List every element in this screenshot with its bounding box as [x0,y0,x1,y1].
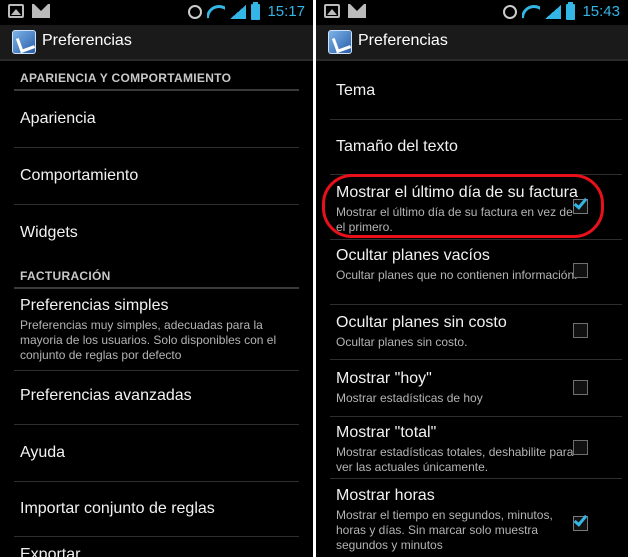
wifi-icon [522,5,540,19]
pref-summary: Mostrar el tiempo en segundos, minutos, … [336,508,553,552]
pref-ayuda[interactable]: Ayuda [20,444,299,462]
checkbox-ocultar-vacios[interactable] [573,263,588,278]
pref-ocultar-sin-costo[interactable]: Ocultar planes sin costo Ocultar planes … [336,314,578,350]
pref-summary: Mostrar el último día de su factura en v… [336,205,573,234]
alarm-icon [503,4,518,19]
pref-tema[interactable]: Tema [336,82,578,100]
status-time: 15:17 [267,3,305,20]
action-bar: Preferencias [316,25,628,61]
pref-title: Exportar [20,546,81,557]
checkbox-ultimo-dia[interactable] [573,195,588,214]
divider [330,478,622,479]
divider [330,239,622,240]
pref-title: Comportamiento [20,167,139,184]
pref-title: Mostrar horas [336,487,435,504]
pref-title: Tema [336,82,376,99]
checkbox-mostrar-hoy[interactable] [573,380,588,395]
pref-title: Ayuda [20,444,66,461]
pref-mostrar-horas[interactable]: Mostrar horas Mostrar el tiempo en segun… [336,487,578,553]
alarm-icon [188,4,203,19]
pref-tamano-texto[interactable]: Tamaño del texto [336,138,578,156]
checkbox-mostrar-horas[interactable] [573,512,588,531]
pref-title: Tamaño del texto [336,138,458,155]
pref-title: Mostrar el último día de su factura [336,184,578,201]
pref-exportar[interactable]: Exportar [20,546,299,557]
wifi-icon [207,5,225,19]
pref-title: Apariencia [20,110,96,127]
divider [14,370,299,371]
action-bar: Preferencias [0,25,313,61]
pref-ocultar-vacios[interactable]: Ocultar planes vacíos Ocultar planes que… [336,247,578,283]
left-screen: 15:17 Preferencias APARIENCIA Y COMPORTA… [0,0,313,557]
pref-title: Mostrar "hoy" [336,370,432,387]
pref-mostrar-total[interactable]: Mostrar "total" Mostrar estadísticas tot… [336,424,578,475]
status-time: 15:43 [582,3,620,20]
pref-title: Mostrar "total" [336,424,437,441]
pref-title: Ocultar planes sin costo [336,314,507,331]
pref-summary: Preferencias muy simples, adecuadas para… [20,318,277,362]
pref-summary: Mostrar estadísticas de hoy [336,391,483,405]
category-facturacion: FACTURACIÓN [20,269,111,283]
divider [14,536,299,537]
checkbox-ocultar-sin-costo[interactable] [573,323,588,338]
pref-summary: Ocultar planes sin costo. [336,335,468,349]
pref-apariencia[interactable]: Apariencia [20,110,299,128]
image-icon [8,4,24,18]
category-apariencia: APARIENCIA Y COMPORTAMIENTO [20,71,232,85]
signal-icon [230,4,247,19]
pref-title: Importar conjunto de reglas [20,500,215,517]
mail-icon [32,4,50,18]
pref-summary: Ocultar planes que no contienen informac… [336,268,578,282]
category-divider [14,287,299,289]
battery-icon [251,1,261,20]
mail-icon [348,4,366,18]
pref-title: Preferencias avanzadas [20,387,192,404]
divider [330,304,622,305]
pref-summary: Mostrar estadísticas totales, deshabilit… [336,445,574,474]
pref-mostrar-hoy[interactable]: Mostrar "hoy" Mostrar estadísticas de ho… [336,370,578,406]
battery-icon [566,1,576,20]
divider [330,119,622,120]
app-icon[interactable] [12,30,36,54]
pref-comportamiento[interactable]: Comportamiento [20,167,299,185]
pref-title: Ocultar planes vacíos [336,247,490,264]
status-bar: 15:17 [0,0,313,25]
pref-ultimo-dia[interactable]: Mostrar el último día de su factura Most… [336,184,578,235]
status-bar: 15:43 [316,0,628,25]
pref-preferencias-simples[interactable]: Preferencias simples Preferencias muy si… [20,297,299,363]
image-icon [324,4,340,18]
pref-preferencias-avanzadas[interactable]: Preferencias avanzadas [20,387,299,405]
divider [330,174,622,175]
right-screen: 15:43 Preferencias Tema Tamaño del texto… [316,0,628,557]
pref-widgets[interactable]: Widgets [20,224,299,242]
divider [14,424,299,425]
pref-title: Widgets [20,224,78,241]
divider [330,359,622,360]
signal-icon [545,4,562,19]
page-title: Preferencias [42,32,132,49]
checkbox-mostrar-total[interactable] [573,440,588,455]
pref-title: Preferencias simples [20,297,169,314]
category-divider [14,89,299,91]
divider [330,416,622,417]
divider [14,481,299,482]
page-title: Preferencias [358,32,448,49]
pref-importar[interactable]: Importar conjunto de reglas [20,500,299,518]
app-icon[interactable] [328,30,352,54]
divider [14,204,299,205]
divider [14,147,299,148]
